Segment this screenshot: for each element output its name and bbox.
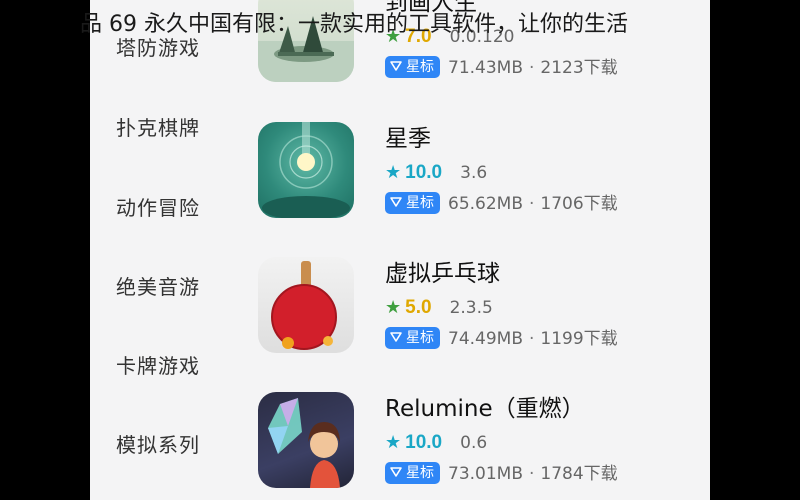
glowing-orb-icon xyxy=(258,122,354,218)
list-item[interactable]: 星季 ★ 10.0 3.6 星标 65.62MB · 1706下载 xyxy=(258,122,710,232)
heart-badge-icon xyxy=(390,61,402,71)
app-version: 0.0.120 xyxy=(449,27,515,47)
star-icon: ★ xyxy=(385,26,402,47)
download-count: 1706下载 xyxy=(540,194,618,214)
meta-row: 星标 65.62MB · 1706下载 xyxy=(385,192,618,216)
meta-row: 星标 71.43MB · 2123下载 xyxy=(385,56,618,80)
tree-island-icon xyxy=(258,0,354,82)
rating-row: ★ 10.0 3.6 xyxy=(385,162,487,184)
app-size: 71.43MB xyxy=(448,58,523,78)
star-icon: ★ xyxy=(385,297,402,318)
app-list: 到画人生 ★ 7.0 0.0.120 星标 71.43MB · 2123下载 星季 xyxy=(258,0,710,500)
ping-pong-paddle-icon xyxy=(258,257,354,353)
meta-row: 星标 73.01MB · 1784下载 xyxy=(385,462,618,486)
sidebar-item-poker-chess[interactable]: 扑克棋牌 xyxy=(116,114,200,142)
list-item[interactable]: 虚拟乒乓球 ★ 5.0 2.3.5 星标 74.49MB · 1199下载 xyxy=(258,257,710,367)
star-badge: 星标 xyxy=(385,192,440,214)
app-size: 65.62MB xyxy=(448,194,523,214)
category-sidebar: 塔防游戏 扑克棋牌 动作冒险 绝美音游 卡牌游戏 模拟系列 xyxy=(90,0,230,500)
heart-badge-icon xyxy=(390,197,402,207)
heart-badge-icon xyxy=(390,332,402,342)
app-version: 2.3.5 xyxy=(449,298,493,318)
app-version: 3.6 xyxy=(460,163,488,183)
rating-score: 10.0 xyxy=(405,432,443,453)
rating-row: ★ 7.0 0.0.120 xyxy=(385,26,514,48)
rating-score: 10.0 xyxy=(405,162,443,183)
rating-score: 5.0 xyxy=(405,297,432,318)
star-icon: ★ xyxy=(385,432,402,453)
sidebar-item-simulation[interactable]: 模拟系列 xyxy=(116,431,200,459)
download-count: 1199下载 xyxy=(540,329,618,349)
heart-badge-icon xyxy=(390,467,402,477)
sidebar-item-tower-defense[interactable]: 塔防游戏 xyxy=(116,34,200,62)
sidebar-item-card-games[interactable]: 卡牌游戏 xyxy=(116,352,200,380)
rating-row: ★ 10.0 0.6 xyxy=(385,432,487,454)
list-item[interactable]: Relumine（重燃） ★ 10.0 0.6 星标 73.01MB · 1784下载 xyxy=(258,392,710,500)
star-icon: ★ xyxy=(385,162,402,183)
star-badge: 星标 xyxy=(385,462,440,484)
download-count: 1784下载 xyxy=(540,464,618,484)
girl-with-prism-icon xyxy=(258,392,354,488)
app-store-screen: 塔防游戏 扑克棋牌 动作冒险 绝美音游 卡牌游戏 模拟系列 到画人生 ★ 7.0 0… xyxy=(90,0,710,500)
app-name[interactable]: 星季 xyxy=(385,124,431,154)
download-count: 2123下载 xyxy=(540,58,618,78)
rating-row: ★ 5.0 2.3.5 xyxy=(385,297,493,319)
app-name[interactable]: 虚拟乒乓球 xyxy=(385,259,500,289)
app-version: 0.6 xyxy=(460,433,488,453)
sidebar-item-music-games[interactable]: 绝美音游 xyxy=(116,273,200,301)
app-size: 73.01MB xyxy=(448,464,523,484)
app-name[interactable]: 到画人生 xyxy=(385,0,477,18)
star-badge: 星标 xyxy=(385,56,440,78)
sidebar-item-action-adventure[interactable]: 动作冒险 xyxy=(116,194,200,222)
app-name[interactable]: Relumine（重燃） xyxy=(385,394,585,424)
meta-row: 星标 74.49MB · 1199下载 xyxy=(385,327,618,351)
list-item[interactable]: 到画人生 ★ 7.0 0.0.120 星标 71.43MB · 2123下载 xyxy=(258,0,710,96)
star-badge: 星标 xyxy=(385,327,440,349)
rating-score: 7.0 xyxy=(405,26,432,47)
app-size: 74.49MB xyxy=(448,329,523,349)
